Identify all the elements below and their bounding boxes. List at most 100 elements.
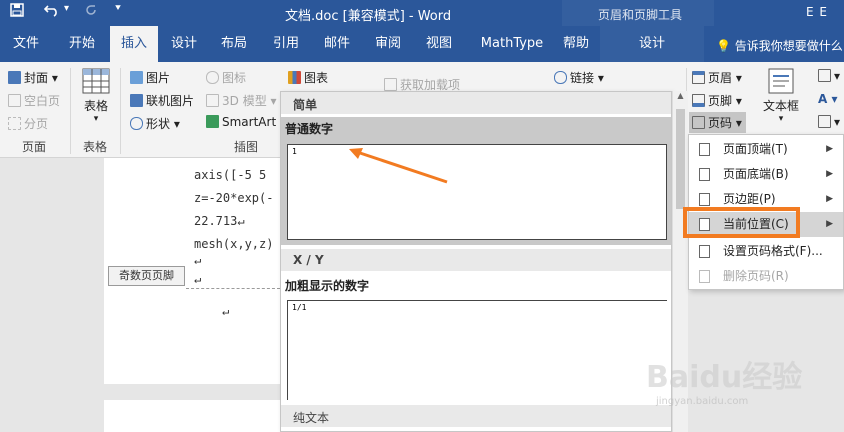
paragraph-mark: ↵ [222, 304, 230, 318]
online-pictures-button[interactable]: 联机图片 [130, 92, 194, 109]
gallery-section-simple: 简单 [281, 92, 671, 114]
annotation-arrow [349, 148, 448, 184]
undo-dropdown-icon[interactable]: ▾ [64, 3, 69, 14]
3d-model-button[interactable]: 3D 模型 ▾ [206, 92, 277, 109]
tab-help[interactable]: 帮助 [556, 26, 596, 62]
code-line-2: z=-20*exp(- [194, 191, 274, 205]
store-icon [384, 78, 397, 91]
group-label-pages: 页面 [22, 140, 47, 154]
menu-item-bottom-of-page[interactable]: 页面底端(B) ▶ [689, 162, 843, 187]
tell-me-label: 告诉我你想要做什么 [734, 39, 843, 53]
pictures-button[interactable]: 图片 [130, 69, 170, 86]
page-break-icon [8, 117, 21, 130]
menu-item-format-page-numbers[interactable]: 设置页码格式(F)... [689, 239, 843, 264]
page-number-gallery: 简单 普通数字 1 X / Y 加粗显示的数字 1/1 纯文本 [280, 91, 672, 432]
page-number-icon [692, 116, 705, 129]
header-icon [692, 71, 705, 84]
chevron-right-icon: ▶ [826, 194, 833, 204]
redo-icon[interactable] [84, 3, 98, 21]
chart-button[interactable]: 图表 [288, 69, 328, 86]
gallery-preview: 1/1 [287, 300, 667, 400]
footer-boundary [186, 288, 280, 289]
tab-header-footer-design[interactable]: 设计 [600, 26, 704, 62]
code-line-1: axis([-5 5 [194, 168, 267, 182]
tab-references[interactable]: 引用 [262, 26, 310, 62]
page-break-button[interactable]: 分页 [8, 115, 48, 132]
group-separator [70, 68, 71, 154]
chart-icon [288, 71, 301, 84]
tab-view[interactable]: 视图 [415, 26, 463, 62]
shapes-icon [130, 117, 143, 130]
page-icon [699, 143, 710, 156]
shapes-button[interactable]: 形状 ▾ [130, 115, 180, 132]
tab-layout[interactable]: 布局 [210, 26, 258, 62]
customize-icon[interactable]: ⯆ [114, 3, 122, 14]
link-icon [554, 71, 567, 84]
header-button[interactable]: 页眉 ▾ [692, 69, 742, 86]
code-line-3: 22.713↵ [194, 214, 245, 228]
table-icon [82, 68, 110, 94]
save-icon[interactable] [10, 3, 24, 21]
blank-page-icon [8, 94, 21, 107]
tab-mathtype[interactable]: MathType [470, 26, 554, 62]
chevron-right-icon: ▶ [826, 219, 833, 229]
cover-icon [8, 71, 21, 84]
gallery-preview: 1 [287, 144, 667, 240]
chevron-right-icon: ▶ [826, 169, 833, 179]
scroll-up-icon[interactable]: ▲ [673, 91, 688, 100]
drop-cap-icon [818, 115, 831, 128]
footer-button[interactable]: 页脚 ▾ [692, 92, 742, 109]
context-tool-title: 页眉和页脚工具 [562, 0, 714, 26]
user-initials[interactable]: E E [806, 5, 828, 19]
scroll-thumb[interactable] [676, 109, 685, 209]
page-icon [699, 270, 710, 283]
tab-home[interactable]: 开始 [55, 26, 109, 62]
ribbon-tabs: 文件 开始 插入 设计 布局 引用 邮件 审阅 视图 MathType 帮助 设… [0, 26, 844, 62]
group-label-tables: 表格 [83, 140, 108, 154]
menu-item-top-of-page[interactable]: 页面顶端(T) ▶ [689, 137, 843, 162]
tab-design[interactable]: 设计 [160, 26, 208, 62]
gallery-item-plain-number[interactable]: 普通数字 1 [281, 117, 671, 245]
gallery-item-title: 普通数字 [285, 122, 334, 136]
textbox-button[interactable]: 文本框 ▾ [762, 68, 800, 124]
code-line-4: mesh(x,y,z) [194, 237, 274, 251]
tab-review[interactable]: 审阅 [364, 26, 412, 62]
table-button[interactable]: 表格 ▾ [78, 68, 114, 124]
watermark: Baidu经验 [646, 360, 803, 395]
group-separator [120, 68, 121, 154]
gallery-section-xy: X / Y [281, 249, 671, 271]
quick-parts-icon [818, 69, 831, 82]
tab-insert[interactable]: 插入 [110, 26, 158, 62]
wordart-button[interactable]: A ▾ [818, 92, 838, 106]
gallery-item-title: 加粗显示的数字 [285, 279, 370, 293]
menu-item-remove-page-numbers[interactable]: 删除页码(R) [689, 264, 843, 289]
smartart-button[interactable]: SmartArt [206, 115, 276, 129]
link-button[interactable]: 链接 ▾ [554, 69, 604, 86]
tell-me-search[interactable]: 💡 告诉我你想要做什么 [716, 37, 843, 54]
title-bar: ▾ ⯆ 文档.doc [兼容模式] - Word 页眉和页脚工具 E E [0, 0, 844, 26]
gallery-item-bold-number[interactable]: 加粗显示的数字 1/1 [281, 272, 671, 402]
tab-file[interactable]: 文件 [0, 26, 52, 62]
page-icon [699, 168, 710, 181]
smartart-icon [206, 115, 219, 128]
odd-page-footer-tag: 奇数页页脚 [108, 266, 185, 286]
preview-number: 1/1 [292, 303, 307, 312]
cube-icon [206, 94, 219, 107]
chevron-right-icon: ▶ [826, 144, 833, 154]
tab-mailings[interactable]: 邮件 [313, 26, 361, 62]
undo-icon[interactable] [43, 3, 60, 21]
quick-parts-button[interactable]: ▾ [818, 69, 840, 83]
icons-icon [206, 71, 219, 84]
page-icon [699, 245, 710, 258]
page-number-button[interactable]: 页码 ▾ [689, 112, 746, 133]
window-title: 文档.doc [兼容模式] - Word [285, 9, 452, 24]
blank-page-button[interactable]: 空白页 [8, 92, 60, 109]
cover-page-button[interactable]: 封面 ▾ [8, 69, 58, 86]
textbox-icon [768, 68, 794, 94]
paragraph-mark: ↵ [194, 253, 202, 267]
drop-cap-button[interactable]: ▾ [818, 115, 840, 129]
annotation-highlight [683, 207, 800, 238]
paragraph-mark: ↵ [194, 272, 202, 286]
icons-button[interactable]: 图标 [206, 69, 246, 86]
wordart-icon: A [818, 92, 828, 106]
